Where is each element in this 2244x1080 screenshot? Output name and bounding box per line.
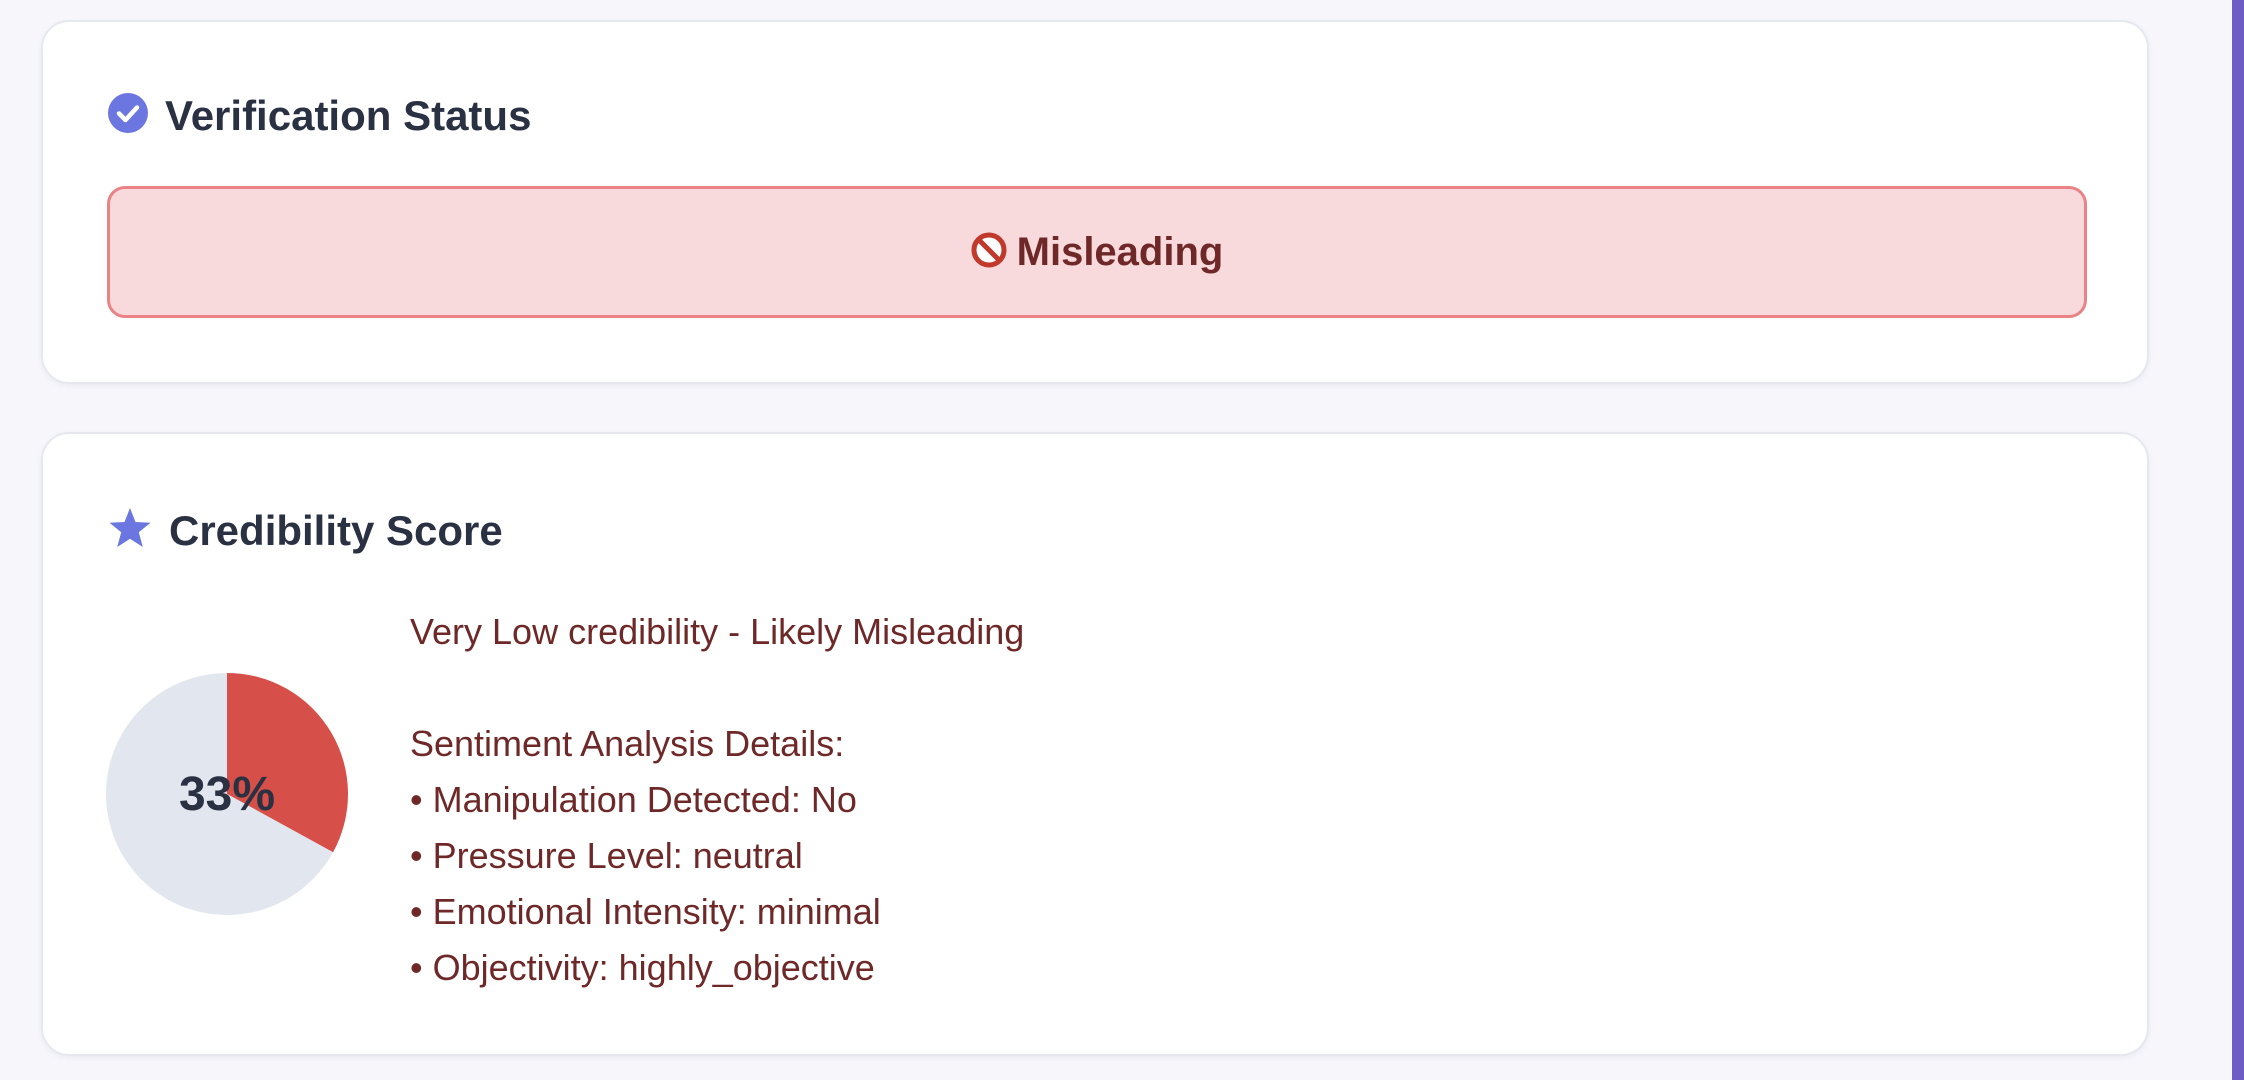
details-heading: Sentiment Analysis Details: [410, 723, 845, 764]
detail-item-pressure: • Pressure Level: neutral [410, 835, 803, 876]
detail-item-objectivity: • Objectivity: highly_objective [410, 947, 875, 988]
check-circle-icon [107, 92, 149, 139]
credibility-summary: Very Low credibility - Likely Misleading [410, 611, 1025, 652]
credibility-pie-chart: 33% [105, 672, 349, 916]
score-label: 33% [178, 767, 276, 821]
verification-status-card: Verification Status Misleading [41, 20, 2149, 384]
star-icon [107, 506, 153, 555]
credibility-header: Credibility Score [107, 506, 503, 555]
verification-header: Verification Status [107, 92, 531, 139]
verification-title: Verification Status [165, 91, 532, 139]
details-spacer [410, 660, 1024, 716]
status-badge: Misleading [107, 186, 2087, 318]
credibility-details: Very Low credibility - Likely Misleading… [410, 604, 1024, 996]
detail-item-emotional-intensity: • Emotional Intensity: minimal [410, 891, 881, 932]
scrollbar-accent[interactable] [2232, 0, 2244, 1080]
prohibited-icon [971, 232, 1007, 273]
status-label: Misleading [1016, 229, 1224, 274]
detail-item-manipulation: • Manipulation Detected: No [410, 779, 857, 820]
credibility-score-card: Credibility Score 33% Very Low credibili… [41, 432, 2149, 1056]
credibility-title: Credibility Score [169, 506, 503, 554]
